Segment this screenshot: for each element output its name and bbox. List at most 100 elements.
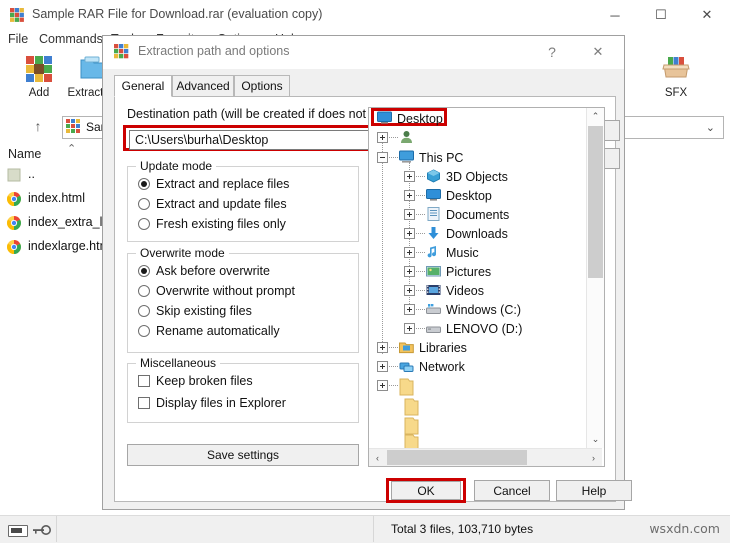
tree-node-user[interactable] [377, 128, 419, 147]
tree-node-desktop[interactable]: Desktop [377, 109, 443, 128]
tree-node-this-pc[interactable]: This PC [377, 148, 463, 167]
dialog-help-icon[interactable]: ? [532, 36, 572, 68]
radio-skip-existing-files[interactable]: Skip existing files [138, 302, 252, 320]
menu-file[interactable]: File [8, 32, 28, 46]
desktop-icon [426, 188, 442, 203]
expand-plus-icon[interactable] [404, 228, 415, 239]
winrar-window: Sample RAR File for Download.rar (evalua… [0, 0, 730, 543]
expand-plus-icon[interactable] [404, 247, 415, 258]
tree-connector [416, 289, 425, 292]
scrollbar-thumb[interactable] [387, 450, 527, 465]
overwrite-mode-title: Overwrite mode [136, 246, 229, 260]
radio-indicator [138, 305, 150, 317]
tree-node-music[interactable]: Music [404, 243, 479, 262]
tree-connector [416, 194, 425, 197]
scrollbar-thumb[interactable] [588, 126, 603, 278]
tree-node-label: Downloads [446, 226, 508, 241]
sort-ascending-icon: ⌃ [67, 143, 77, 155]
expand-plus-icon[interactable] [404, 266, 415, 277]
expand-plus-icon[interactable] [377, 361, 388, 372]
tab-advanced[interactable]: Advanced [172, 75, 234, 97]
watermark: wsxdn.com [649, 521, 720, 536]
update-mode-group: Update mode Extract and replace files Ex… [127, 159, 359, 242]
collapse-minus-icon[interactable] [377, 152, 388, 163]
tree-node-label: Documents [446, 207, 510, 222]
radio-ask-before-overwrite[interactable]: Ask before overwrite [138, 262, 270, 280]
scroll-right-icon[interactable]: › [585, 449, 602, 466]
up-arrow-icon[interactable]: ↑ [28, 118, 48, 136]
tree-node-downloads[interactable]: Downloads [404, 224, 508, 243]
help-button[interactable]: Help [556, 480, 632, 501]
folder-tree[interactable]: Desktop This PC 3D Objects Desktop Docum… [368, 107, 605, 467]
tree-node-pictures[interactable]: Pictures [404, 262, 491, 281]
minimize-button[interactable]: ─ [592, 0, 638, 30]
tree-node-network[interactable]: Network [377, 357, 465, 376]
tree-node-documents[interactable]: Documents [404, 205, 509, 224]
statusbar-icons-cell [0, 516, 57, 542]
folder-icon [404, 434, 420, 448]
winrar-icon [66, 119, 81, 134]
tree-node-3d-objects[interactable]: 3D Objects [404, 167, 508, 186]
scroll-up-icon[interactable]: ⌃ [587, 108, 604, 125]
expand-plus-icon[interactable] [404, 323, 415, 334]
tree-node-folder-4[interactable] [404, 432, 424, 448]
folder-icon [404, 398, 420, 416]
user-icon [399, 130, 415, 145]
expand-plus-icon[interactable] [404, 190, 415, 201]
expand-plus-icon[interactable] [404, 285, 415, 296]
radio-overwrite-without-prompt[interactable]: Overwrite without prompt [138, 282, 295, 300]
tree-node-folder-2[interactable] [404, 396, 424, 416]
file-name: indexlarge.html [28, 239, 113, 253]
tree-horizontal-scrollbar[interactable]: ‹ › [369, 448, 602, 466]
chrome-icon [6, 215, 22, 231]
expand-plus-icon[interactable] [404, 171, 415, 182]
checkbox-display-files-in-explorer[interactable]: Display files in Explorer [138, 394, 286, 412]
expand-plus-icon[interactable] [377, 342, 388, 353]
scroll-left-icon[interactable]: ‹ [369, 449, 386, 466]
toolbar-label-add: Add [28, 87, 50, 99]
tab-general[interactable]: General [114, 75, 172, 97]
radio-extract-and-update[interactable]: Extract and update files [138, 195, 287, 213]
tree-node-lenovo-d[interactable]: LENOVO (D:) [404, 319, 522, 338]
radio-label: Ask before overwrite [156, 264, 270, 278]
dialog-close-icon[interactable]: ✕ [578, 36, 618, 68]
column-header-name[interactable]: Name [8, 147, 41, 161]
toolbar-button-sfx[interactable]: SFX [645, 54, 707, 99]
maximize-button[interactable]: ☐ [638, 0, 684, 30]
scroll-down-icon[interactable]: ⌄ [587, 431, 604, 448]
save-settings-button[interactable]: Save settings [127, 444, 359, 466]
statusbar-spacer-cell [56, 516, 374, 542]
radio-extract-and-replace[interactable]: Extract and replace files [138, 175, 289, 193]
tree-connector [389, 346, 398, 349]
network-icon [399, 359, 415, 374]
tree-connector [416, 232, 425, 235]
cancel-button[interactable]: Cancel [474, 480, 550, 501]
expand-plus-icon[interactable] [404, 304, 415, 315]
checkbox-keep-broken-files[interactable]: Keep broken files [138, 372, 253, 390]
radio-indicator [138, 325, 150, 337]
close-button[interactable]: ✕ [684, 0, 730, 30]
destination-path-label: Destination path (will be created if doe… [127, 107, 400, 121]
tree-node-windows-c[interactable]: Windows (C:) [404, 300, 521, 319]
tree-vertical-scrollbar[interactable]: ⌃ ⌄ [586, 108, 604, 448]
tree-node-desktop-child[interactable]: Desktop [404, 186, 492, 205]
expand-plus-icon[interactable] [404, 209, 415, 220]
expand-plus-icon[interactable] [377, 132, 388, 143]
dialog-titlebar: Extraction path and options ? ✕ [103, 36, 624, 69]
key-icon[interactable] [32, 524, 52, 536]
libraries-icon [399, 340, 415, 355]
radio-label: Fresh existing files only [156, 217, 286, 231]
ok-button[interactable]: OK [391, 481, 461, 500]
disk-icon [8, 525, 28, 537]
radio-rename-automatically[interactable]: Rename automatically [138, 322, 280, 340]
tree-node-videos[interactable]: Videos [404, 281, 484, 300]
expand-plus-icon[interactable] [377, 380, 388, 391]
tab-options[interactable]: Options [234, 75, 290, 97]
tree-node-folder-1[interactable] [377, 376, 419, 396]
toolbar-button-add[interactable]: Add [8, 54, 70, 99]
tree-node-libraries[interactable]: Libraries [377, 338, 467, 357]
chevron-down-icon[interactable]: ⌄ [706, 121, 715, 134]
checkbox-label: Keep broken files [156, 374, 253, 388]
menu-commands[interactable]: Commands [39, 32, 103, 46]
radio-fresh-existing-only[interactable]: Fresh existing files only [138, 215, 286, 233]
